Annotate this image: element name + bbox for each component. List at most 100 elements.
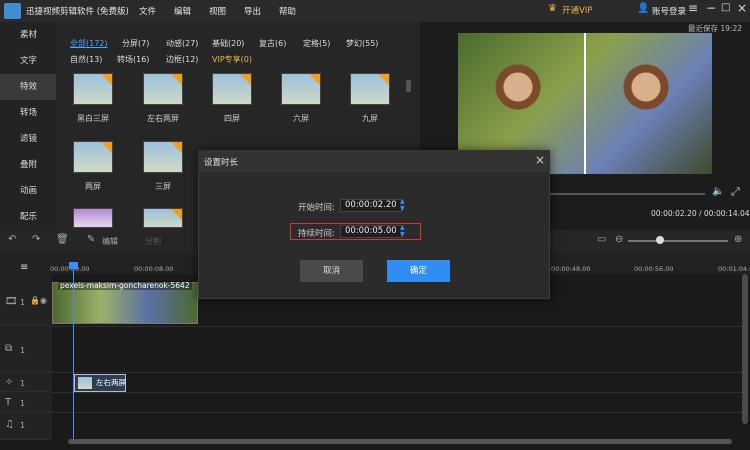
start-time-input[interactable]: 00:00:02.20 [340,199,402,212]
effect-clip-thumb [78,377,92,389]
minimize-icon[interactable]: − [706,1,716,15]
start-time-down-icon[interactable]: ▼ [400,206,405,212]
preview-person-left [488,63,548,143]
effect-label: 六屏 [293,114,309,123]
download-badge-icon [309,74,320,85]
add-track-icon[interactable]: ≡ [20,262,28,273]
video-track-icon: 🎞 [5,296,18,307]
effect-thumb[interactable] [73,73,113,105]
effect-label: 九屏 [362,114,378,123]
effect-label: 三屏 [155,182,171,191]
pip-track-icon: ⧉ [5,343,13,354]
vip-button[interactable]: 开通VIP [562,4,592,16]
ok-button[interactable]: 确定 [387,260,450,282]
track-divider [52,392,742,393]
tab-transition[interactable]: 转场 [0,100,56,126]
text-track-icon: T [5,397,12,408]
lock-icon[interactable]: 🔒 [30,296,40,305]
track-divider [52,412,742,413]
category-dreamy[interactable]: 梦幻(55) [346,38,378,49]
category-split[interactable]: 分屏(7) [122,38,149,49]
effect-label: 左右两屏 [147,114,179,123]
tab-animation[interactable]: 动画 [0,178,56,204]
ruler-tick-label: 00:00:56.00 [634,265,674,273]
category-nature[interactable]: 自然(13) [70,54,102,65]
close-icon[interactable]: × [737,1,747,15]
menu-export[interactable]: 导出 [244,5,261,17]
effect-thumb[interactable] [143,141,183,173]
video-clip-name: pexels-maksim-goncharenok-5642 [58,281,192,290]
category-retro[interactable]: 复古(6) [259,38,286,49]
aspect-icon[interactable]: ▭ [597,234,606,245]
preview-person-right [616,63,676,143]
horizontal-scrollbar[interactable] [68,439,732,444]
zoom-out-icon[interactable]: ⊖ [615,234,623,245]
effect-thumb[interactable] [73,141,113,173]
effect-thumb[interactable] [281,73,321,105]
download-badge-icon [171,142,182,153]
tab-music[interactable]: 配乐 [0,204,56,230]
user-icon: 👤 [637,3,650,14]
category-all[interactable]: 全部(172) [70,38,108,49]
login-button[interactable]: 账号登录 [652,5,686,17]
split-button[interactable]: 分割 [145,236,161,247]
category-basic[interactable]: 基础(20) [212,38,244,49]
effect-label: 四屏 [224,114,240,123]
time-readout: 00:00:02.20 / 00:00:14.04 [651,209,750,218]
effect-thumb[interactable] [212,73,252,105]
app-title: 迅捷视频剪辑软件 (免费版) [26,7,129,17]
zoom-slider[interactable] [628,240,728,242]
track-divider [52,326,742,327]
cancel-button[interactable]: 取消 [300,260,363,282]
tab-material[interactable]: 素材 [0,22,56,48]
category-freeze[interactable]: 定格(5) [303,38,330,49]
track-divider [52,372,742,373]
edit-icon[interactable]: ✎ [87,234,95,245]
effect-clip-label: 左右两屏 [96,378,126,387]
volume-icon[interactable]: 🔈 [712,186,724,197]
menu-file[interactable]: 文件 [139,5,156,17]
effect-thumb[interactable] [350,73,390,105]
start-time-up-icon[interactable]: ▲ [400,199,405,205]
download-badge-icon [101,142,112,153]
music-track-icon: ♫ [5,419,14,430]
effect-track-icon: ✧ [5,377,14,388]
tab-filter[interactable]: 滤镜 [0,126,56,152]
dialog-title: 设置时长 [204,158,239,168]
category-vip[interactable]: VIP专享(0) [212,54,252,65]
zoom-in-icon[interactable]: ⊕ [734,234,742,245]
menu-icon[interactable]: ≡ [688,1,698,15]
redo-icon[interactable]: ↷ [32,234,40,245]
tab-text[interactable]: 文字 [0,48,56,74]
vertical-scrollbar[interactable] [742,274,748,424]
download-badge-icon [101,74,112,85]
delete-icon[interactable]: 🗑 [56,234,69,245]
category-dynamic[interactable]: 动感(27) [166,38,198,49]
fullscreen-icon[interactable]: ⤢ [731,185,740,199]
download-badge-icon [171,74,182,85]
effect-label: 黑白三屏 [77,114,109,123]
undo-icon[interactable]: ↶ [8,234,16,245]
tab-overlay[interactable]: 叠附 [0,152,56,178]
playback-progress[interactable] [545,193,705,195]
effect-thumb[interactable] [143,208,183,228]
ruler-tick-label: 00:01:04.00 [718,265,750,273]
maximize-icon[interactable]: □ [721,2,730,13]
playhead[interactable] [73,262,74,440]
dialog-close-icon[interactable]: × [535,153,545,167]
edit-button[interactable]: 编辑 [102,236,118,247]
menu-view[interactable]: 视图 [209,5,226,17]
playhead-handle[interactable] [69,262,78,269]
visibility-icon[interactable]: ◉ [40,296,47,305]
effect-thumb[interactable] [143,73,183,105]
tab-effects[interactable]: 特效 [0,74,56,100]
category-border[interactable]: 边框(12) [166,54,198,65]
effect-label: 两屏 [85,182,101,191]
menu-edit[interactable]: 编辑 [174,5,191,17]
library-scrollbar[interactable] [406,80,411,92]
ruler-tick-label: 00:00:08.00 [134,265,174,273]
category-transition[interactable]: 转场(16) [117,54,149,65]
effect-thumb[interactable] [73,208,113,228]
zoom-slider-handle[interactable] [656,236,664,244]
menu-help[interactable]: 帮助 [279,5,296,17]
